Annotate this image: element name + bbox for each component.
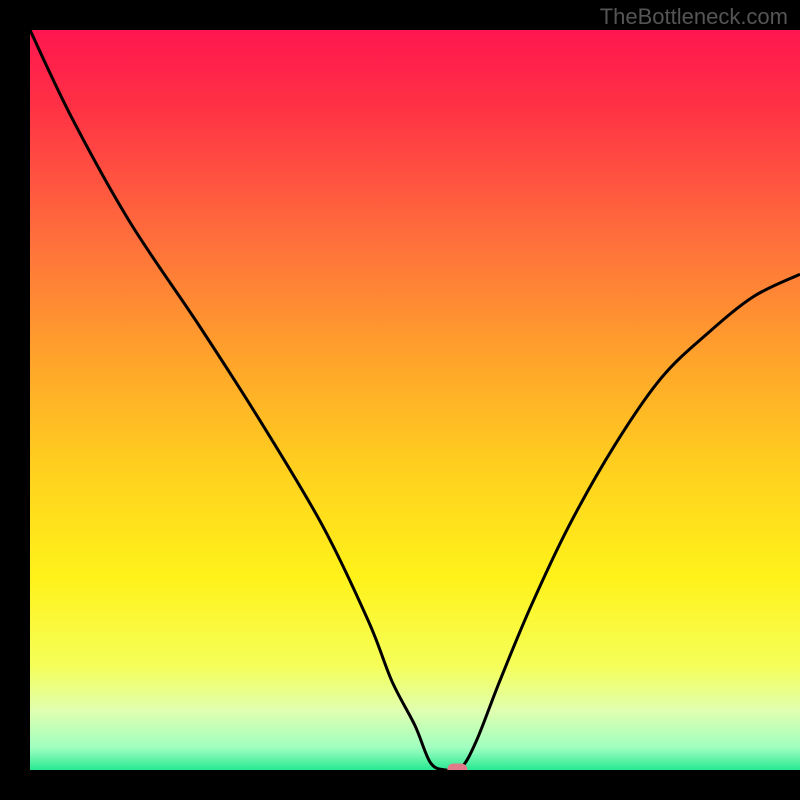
watermark-text: TheBottleneck.com — [600, 4, 788, 30]
plot-background — [30, 30, 800, 770]
frame-left — [0, 0, 30, 800]
bottleneck-chart: TheBottleneck.com — [0, 0, 800, 800]
frame-bottom — [0, 770, 800, 800]
chart-svg — [0, 0, 800, 800]
